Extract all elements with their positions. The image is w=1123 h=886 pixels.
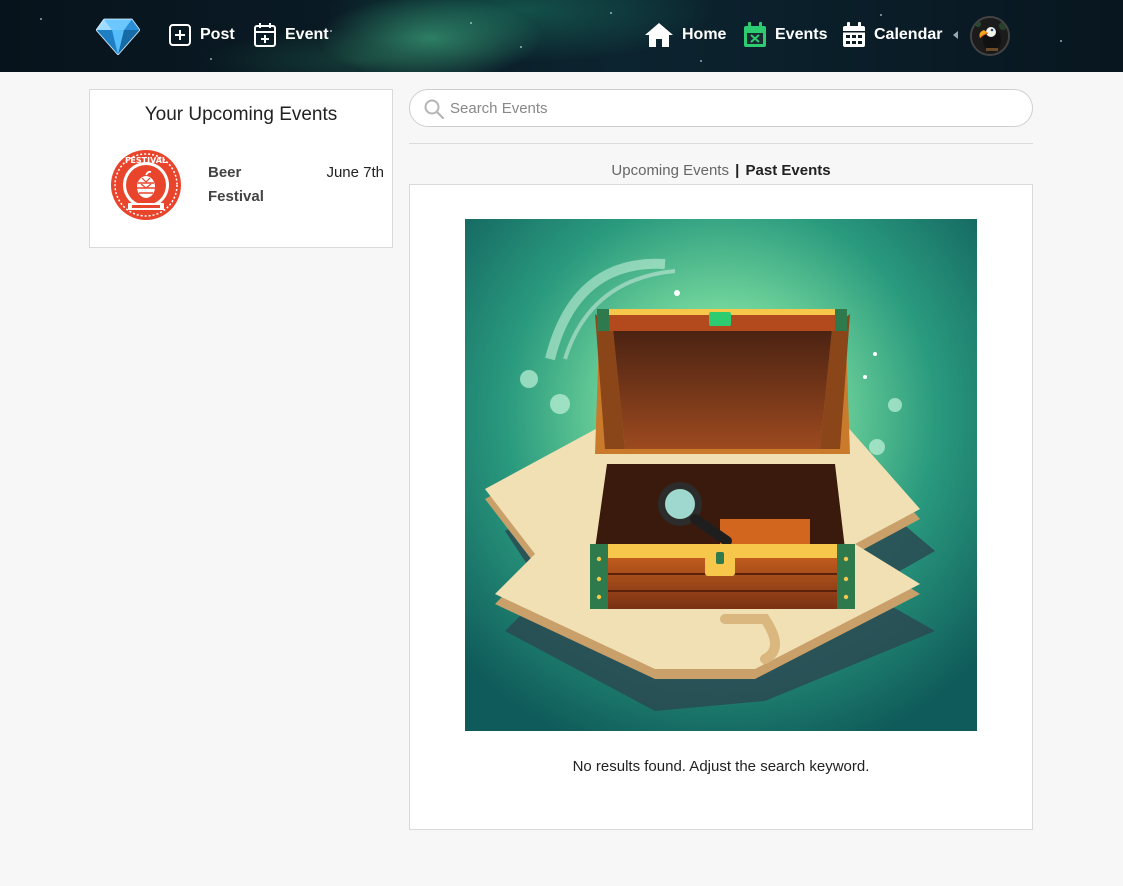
star-decoration bbox=[470, 22, 472, 24]
new-post-button[interactable]: Post bbox=[168, 20, 235, 50]
festival-badge-icon: FESTIVAL bbox=[111, 150, 181, 220]
plus-square-icon bbox=[169, 24, 191, 46]
upcoming-events-card: Your Upcoming Events FESTIVAL Beer Festi… bbox=[89, 89, 393, 248]
new-event-button[interactable]: Event bbox=[253, 20, 329, 50]
tab-separator: | bbox=[735, 162, 740, 179]
nav-home-label: Home bbox=[682, 26, 727, 43]
diamond-icon bbox=[95, 18, 141, 56]
calendar-plus-icon bbox=[254, 23, 276, 47]
tab-past-events[interactable]: Past Events bbox=[746, 162, 831, 179]
search-input[interactable] bbox=[450, 90, 1020, 126]
star-decoration bbox=[520, 46, 522, 48]
empty-treasure-chest-illustration bbox=[465, 219, 977, 731]
tab-upcoming-events[interactable]: Upcoming Events bbox=[611, 162, 729, 179]
home-icon bbox=[645, 23, 673, 47]
user-avatar[interactable] bbox=[970, 16, 1010, 56]
nav-calendar-label: Calendar bbox=[874, 26, 943, 43]
nav-home[interactable]: Home bbox=[644, 20, 726, 50]
nav-events[interactable]: Events bbox=[743, 20, 827, 50]
event-date: June 7th bbox=[326, 164, 384, 181]
star-decoration bbox=[700, 60, 702, 62]
new-event-label: Event bbox=[285, 26, 329, 43]
star-decoration bbox=[40, 18, 42, 20]
festival-badge-text: FESTIVAL bbox=[125, 156, 167, 165]
results-panel: No results found. Adjust the search keyw… bbox=[409, 184, 1033, 830]
star-decoration bbox=[880, 14, 882, 16]
event-name: Beer Festival bbox=[208, 164, 264, 205]
new-post-label: Post bbox=[200, 26, 235, 43]
star-decoration bbox=[330, 30, 332, 32]
nav-events-label: Events bbox=[775, 26, 828, 43]
event-tabs: Upcoming Events | Past Events bbox=[409, 162, 1033, 179]
upcoming-event-item[interactable]: FESTIVAL Beer Festival June 7th bbox=[108, 147, 384, 223]
toucan-avatar-icon bbox=[972, 18, 1008, 54]
star-decoration bbox=[210, 58, 212, 60]
chevron-left-icon[interactable] bbox=[953, 31, 958, 39]
calendar-grid-icon bbox=[843, 22, 865, 47]
upcoming-events-title: Your Upcoming Events bbox=[144, 104, 338, 125]
star-decoration bbox=[1060, 40, 1062, 42]
diamond-logo[interactable] bbox=[95, 17, 141, 56]
empty-results-message: No results found. Adjust the search keyw… bbox=[572, 758, 870, 775]
top-navigation-bar: Post Event Home Events Calendar bbox=[0, 0, 1123, 72]
section-divider bbox=[409, 143, 1033, 144]
nav-calendar[interactable]: Calendar bbox=[842, 20, 942, 50]
search-bar[interactable] bbox=[409, 89, 1033, 127]
star-decoration bbox=[610, 12, 612, 14]
search-icon bbox=[424, 99, 444, 119]
calendar-x-icon bbox=[744, 22, 766, 47]
